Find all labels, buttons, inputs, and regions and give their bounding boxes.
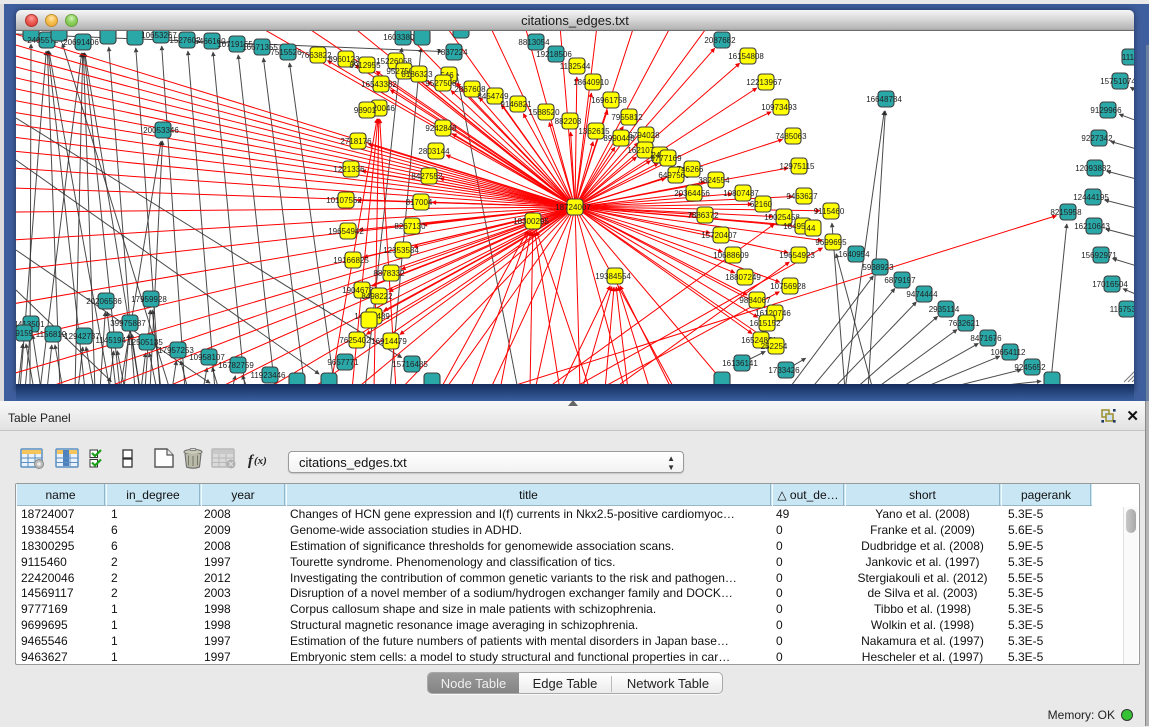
svg-text:15692971: 15692971 xyxy=(1081,251,1117,260)
svg-text:39159: 39159 xyxy=(16,329,34,338)
svg-text:1640954: 1640954 xyxy=(838,250,870,259)
svg-text:5938923: 5938923 xyxy=(862,263,894,272)
svg-text:11923446: 11923446 xyxy=(251,371,287,380)
svg-text:1588520: 1588520 xyxy=(528,108,560,117)
svg-text:7837224: 7837224 xyxy=(436,48,468,57)
svg-text:6794028: 6794028 xyxy=(628,131,660,140)
svg-text:9527508: 9527508 xyxy=(425,79,457,88)
svg-text:817004: 817004 xyxy=(406,198,433,207)
svg-text:20691406: 20691406 xyxy=(63,38,99,47)
svg-text:7632621: 7632621 xyxy=(948,319,980,328)
svg-text:16914479: 16914479 xyxy=(371,337,407,346)
svg-text:7886372: 7886372 xyxy=(687,211,719,220)
svg-text:1167533: 1167533 xyxy=(1110,305,1134,314)
svg-text:7663822: 7663822 xyxy=(300,51,332,60)
svg-text:9245652: 9245652 xyxy=(1014,363,1046,372)
svg-text:10973493: 10973493 xyxy=(761,103,797,112)
svg-text:9242848: 9242848 xyxy=(425,124,457,133)
svg-text:2718176: 2718176 xyxy=(340,137,372,146)
svg-text:746266: 746266 xyxy=(677,165,704,174)
svg-text:12213967: 12213967 xyxy=(746,78,782,87)
svg-text:39975887: 39975887 xyxy=(110,319,146,328)
svg-text:10688609: 10688609 xyxy=(713,251,749,260)
svg-text:9463627: 9463627 xyxy=(786,192,818,201)
svg-text:15716485: 15716485 xyxy=(392,360,428,369)
svg-text:1733426: 1733426 xyxy=(768,366,800,375)
svg-text:18640910: 18640910 xyxy=(573,78,609,87)
svg-text:111: 111 xyxy=(1122,53,1134,62)
svg-text:8427552: 8427552 xyxy=(411,172,443,181)
svg-text:19166825: 19166825 xyxy=(333,256,369,265)
svg-text:16543382: 16543382 xyxy=(361,80,397,89)
svg-text:20053346: 20053346 xyxy=(143,126,179,135)
svg-text:19654923: 19654923 xyxy=(779,251,815,260)
svg-text:1132544: 1132544 xyxy=(560,62,591,71)
svg-text:1615152: 1615152 xyxy=(749,319,781,328)
svg-text:19218506: 19218506 xyxy=(536,50,572,59)
svg-text:9146821: 9146821 xyxy=(500,100,532,109)
svg-text:10654112: 10654112 xyxy=(991,348,1027,357)
svg-text:8878332: 8878332 xyxy=(373,269,405,278)
svg-text:(x): (x) xyxy=(254,455,267,467)
svg-text:18724007: 18724007 xyxy=(555,203,591,212)
svg-text:10756928: 10756928 xyxy=(770,282,806,291)
svg-text:6879197: 6879197 xyxy=(884,276,916,285)
svg-text:1156819: 1156819 xyxy=(36,330,67,339)
svg-text:9474444: 9474444 xyxy=(906,290,938,299)
svg-text:7625402: 7625402 xyxy=(339,336,371,345)
svg-text:12353584: 12353584 xyxy=(383,246,419,255)
svg-text:9884067: 9884067 xyxy=(739,296,771,305)
svg-text:2935114: 2935114 xyxy=(929,305,960,314)
svg-text:19384554: 19384554 xyxy=(595,272,631,281)
svg-text:7955812: 7955812 xyxy=(611,113,643,122)
svg-text:20364456: 20364456 xyxy=(674,189,710,198)
svg-text:10807487: 10807487 xyxy=(723,189,759,198)
svg-text:8498222: 8498222 xyxy=(361,292,393,301)
svg-text:9115460: 9115460 xyxy=(814,207,845,216)
svg-text:20206536: 20206536 xyxy=(86,297,122,306)
svg-text:252254: 252254 xyxy=(761,342,788,351)
svg-text:10107552: 10107552 xyxy=(326,196,362,205)
svg-text:16210643: 16210643 xyxy=(1074,222,1110,231)
svg-text:7485063: 7485063 xyxy=(775,132,807,141)
svg-text:44: 44 xyxy=(807,224,816,233)
svg-text:882203: 882203 xyxy=(555,117,582,126)
svg-text:16648784: 16648784 xyxy=(866,95,902,104)
svg-text:9777169: 9777169 xyxy=(650,154,682,163)
svg-text:8186323: 8186323 xyxy=(401,70,433,79)
svg-text:9227342: 9227342 xyxy=(1081,134,1113,143)
svg-text:98901: 98901 xyxy=(354,106,377,115)
svg-text:12093832: 12093832 xyxy=(1075,164,1111,173)
svg-text:9657771: 9657771 xyxy=(327,358,359,367)
svg-text:8215958: 8215958 xyxy=(1050,208,1082,217)
svg-text:16782759: 16782759 xyxy=(218,361,254,370)
svg-text:18807249: 18807249 xyxy=(725,273,761,282)
svg-text:18300295: 18300295 xyxy=(513,217,549,226)
svg-text:19654942: 19654942 xyxy=(328,227,364,236)
svg-text:1221336: 1221336 xyxy=(333,165,365,174)
svg-text:16961758: 16961758 xyxy=(591,96,627,105)
svg-text:2803144: 2803144 xyxy=(418,147,450,156)
svg-text:3824554: 3824554 xyxy=(698,176,730,185)
svg-text:17016504: 17016504 xyxy=(1092,280,1128,289)
svg-text:8267130: 8267130 xyxy=(394,222,426,231)
svg-text:12975115: 12975115 xyxy=(780,162,816,171)
svg-text:11451947: 11451947 xyxy=(96,336,132,345)
svg-text:8471676: 8471676 xyxy=(970,334,1002,343)
svg-text:8813054: 8813054 xyxy=(518,38,550,47)
svg-text:9699695: 9699695 xyxy=(815,238,847,247)
svg-text:7515526: 7515526 xyxy=(270,48,302,57)
svg-text:62160: 62160 xyxy=(750,200,773,209)
svg-text:15751074: 15751074 xyxy=(1100,77,1134,86)
svg-text:9129966: 9129966 xyxy=(1090,106,1122,115)
svg-text:17959928: 17959928 xyxy=(131,295,167,304)
svg-text:16154808: 16154808 xyxy=(728,52,764,61)
svg-text:15720407: 15720407 xyxy=(701,231,737,240)
svg-text:16136141: 16136141 xyxy=(722,359,758,368)
svg-text:2087682: 2087682 xyxy=(704,36,736,45)
svg-text:12444195: 12444195 xyxy=(1073,193,1109,202)
